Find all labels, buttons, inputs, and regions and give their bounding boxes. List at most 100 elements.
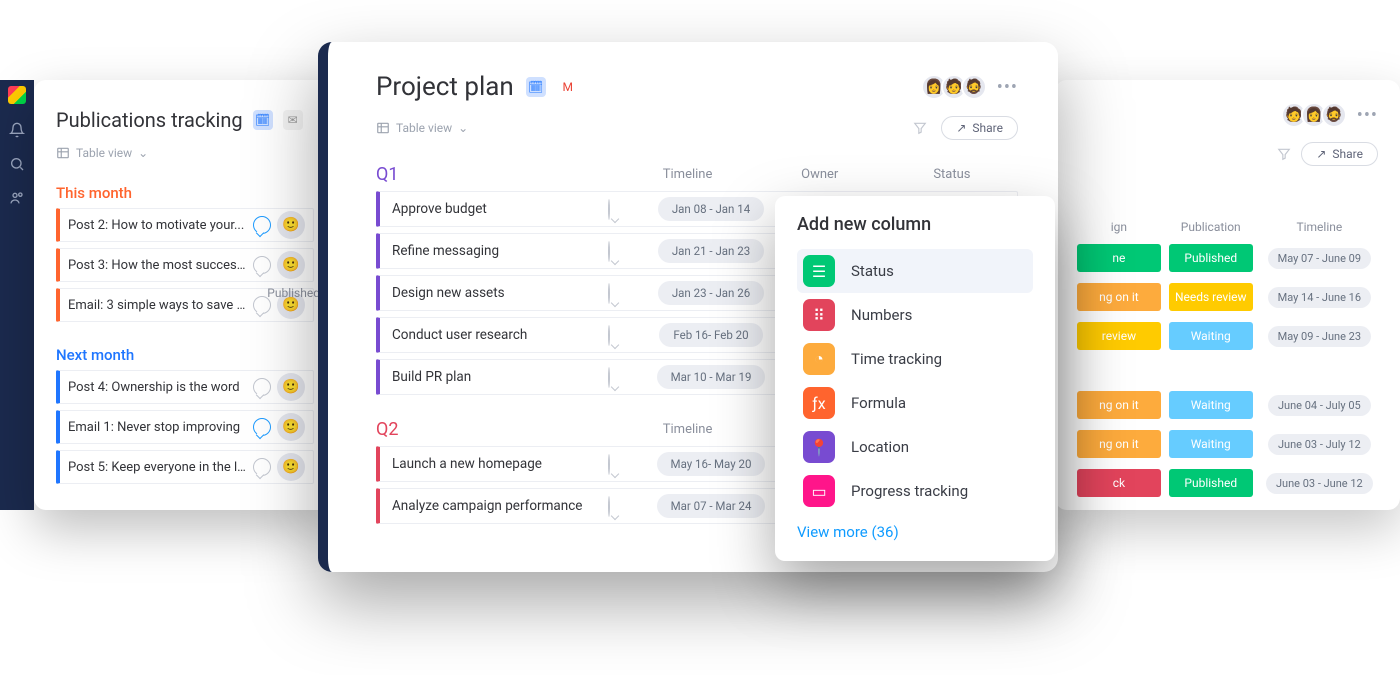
chat-icon[interactable] bbox=[253, 216, 271, 234]
table-row[interactable]: Post 5: Keep everyone in the loop 🙂 bbox=[56, 450, 314, 484]
more-menu-icon[interactable]: ••• bbox=[997, 77, 1018, 98]
share-button[interactable]: ↗ Share bbox=[941, 116, 1018, 140]
popover-title: Add new column bbox=[797, 214, 1033, 235]
timeline-cell[interactable]: Mar 07 - Mar 24 bbox=[636, 494, 786, 518]
item-name: Post 2: How to motivate your... bbox=[68, 218, 247, 233]
table-row[interactable]: Post 3: How the most successful... 🙂 bbox=[56, 248, 314, 282]
chat-icon[interactable] bbox=[608, 367, 610, 388]
board-members[interactable]: 🧑 👩 🧔 bbox=[1287, 102, 1347, 128]
left-nav-rail bbox=[0, 80, 34, 510]
gmail-icon[interactable]: M bbox=[558, 77, 578, 97]
item-name: Email 1: Never stop improving bbox=[68, 420, 247, 435]
column-option-formula[interactable]: ƒx Formula bbox=[797, 381, 1033, 425]
status-cell[interactable]: ng on it bbox=[1077, 430, 1161, 458]
timeline-cell[interactable]: May 16- May 20 bbox=[636, 452, 786, 476]
status-cell[interactable]: Published bbox=[1169, 244, 1253, 272]
status-cell[interactable]: Waiting bbox=[1169, 430, 1253, 458]
search-icon[interactable] bbox=[9, 156, 25, 172]
timeline-cell[interactable]: Jan 08 - Jan 14 bbox=[636, 197, 786, 221]
item-name: Design new assets bbox=[380, 285, 608, 301]
chat-icon[interactable] bbox=[253, 458, 271, 476]
timeline-cell[interactable]: Mar 10 - Mar 19 bbox=[636, 365, 786, 389]
status-cell[interactable]: ck bbox=[1077, 469, 1161, 497]
avatar[interactable]: 🧔 bbox=[961, 74, 987, 100]
table-row[interactable]: ne Published May 07 - June 09 bbox=[1077, 243, 1378, 273]
column-header: Published bbox=[267, 286, 320, 300]
people-icon[interactable] bbox=[9, 190, 25, 206]
bell-icon[interactable] bbox=[9, 122, 25, 138]
status-cell[interactable]: Waiting bbox=[1169, 322, 1253, 350]
filter-icon[interactable] bbox=[913, 121, 927, 135]
status-cell[interactable]: ng on it bbox=[1077, 391, 1161, 419]
chat-icon[interactable] bbox=[608, 199, 610, 220]
avatar[interactable]: 🙂 bbox=[277, 453, 305, 481]
chat-icon[interactable] bbox=[608, 325, 610, 346]
chat-icon[interactable] bbox=[253, 256, 271, 274]
column-option-prog[interactable]: ▭ Progress tracking bbox=[797, 469, 1033, 513]
chat-icon[interactable] bbox=[608, 241, 610, 262]
group-title[interactable]: Q1 bbox=[376, 164, 621, 185]
column-option-time[interactable]: ◔ Time tracking bbox=[797, 337, 1033, 381]
integration-icon[interactable]: 🗓 bbox=[526, 77, 546, 97]
timeline-cell[interactable]: June 03 - July 12 bbox=[1261, 433, 1378, 455]
table-row[interactable]: ng on it Needs review May 14 - June 16 bbox=[1077, 282, 1378, 312]
status-cell[interactable]: ne bbox=[1077, 244, 1161, 272]
status-cell[interactable]: review bbox=[1077, 322, 1161, 350]
option-label: Numbers bbox=[851, 306, 912, 324]
chat-icon[interactable] bbox=[253, 296, 271, 314]
column-header: Owner bbox=[754, 167, 886, 182]
app-logo[interactable] bbox=[8, 86, 26, 104]
column-header: Timeline bbox=[621, 422, 753, 437]
board-members[interactable]: 👩 🧑 🧔 bbox=[927, 74, 987, 100]
time-icon: ◔ bbox=[803, 343, 835, 375]
timeline-cell[interactable]: May 07 - June 09 bbox=[1261, 247, 1378, 269]
timeline-cell[interactable]: June 03 - June 12 bbox=[1261, 472, 1378, 494]
chat-icon[interactable] bbox=[253, 378, 271, 396]
avatar[interactable]: 🙂 bbox=[277, 251, 305, 279]
timeline-cell[interactable]: May 09 - June 23 bbox=[1261, 325, 1378, 347]
table-row[interactable]: Post 4: Ownership is the word 🙂 bbox=[56, 370, 314, 404]
timeline-cell[interactable]: June 04 - July 05 bbox=[1261, 394, 1378, 416]
chat-icon[interactable] bbox=[253, 418, 271, 436]
avatar[interactable]: 🙂 bbox=[277, 413, 305, 441]
group-title[interactable]: Next month bbox=[56, 346, 314, 364]
avatar[interactable]: 🧔 bbox=[1321, 102, 1347, 128]
view-selector[interactable]: Table view ⌄ bbox=[56, 146, 314, 160]
view-more-link[interactable]: View more (36) bbox=[797, 523, 1033, 541]
chat-icon[interactable] bbox=[608, 283, 610, 304]
timeline-cell[interactable]: Jan 23 - Jan 26 bbox=[636, 281, 786, 305]
filter-icon[interactable] bbox=[1277, 147, 1291, 161]
table-row[interactable]: Email 1: Never stop improving 🙂 bbox=[56, 410, 314, 444]
status-cell[interactable]: Needs review bbox=[1169, 283, 1253, 311]
option-label: Time tracking bbox=[851, 350, 942, 368]
column-option-loc[interactable]: 📍 Location bbox=[797, 425, 1033, 469]
table-row[interactable]: ck Published June 03 - June 12 bbox=[1077, 468, 1378, 498]
right-group-2: ng on it Waiting June 04 - July 05ng on … bbox=[1077, 390, 1378, 498]
chat-icon[interactable] bbox=[608, 496, 610, 517]
timeline-cell[interactable]: Feb 16- Feb 20 bbox=[636, 323, 786, 347]
item-name: Email: 3 simple ways to save time bbox=[68, 298, 247, 313]
status-cell[interactable]: Published bbox=[1169, 469, 1253, 497]
more-menu-icon[interactable]: ••• bbox=[1357, 105, 1378, 126]
right-board-card: 🧑 👩 🧔 ••• ↗ Share ign Publication Timeli… bbox=[1055, 80, 1400, 510]
share-button[interactable]: ↗ Share bbox=[1301, 142, 1378, 166]
timeline-cell[interactable]: May 14 - June 16 bbox=[1261, 286, 1378, 308]
chat-icon[interactable] bbox=[608, 454, 610, 475]
status-cell[interactable]: Waiting bbox=[1169, 391, 1253, 419]
table-row[interactable]: ng on it Waiting June 03 - July 12 bbox=[1077, 429, 1378, 459]
avatar[interactable]: 🙂 bbox=[277, 373, 305, 401]
timeline-cell[interactable]: Jan 21 - Jan 23 bbox=[636, 239, 786, 263]
column-option-status[interactable]: ☰ Status bbox=[797, 249, 1033, 293]
status-cell[interactable]: ng on it bbox=[1077, 283, 1161, 311]
add-column-popover: Add new column ☰ Status⠿ Numbers◔ Time t… bbox=[775, 196, 1055, 561]
integration-icon[interactable]: ✉ bbox=[283, 110, 303, 130]
group-title[interactable]: This month bbox=[56, 184, 314, 202]
column-option-num[interactable]: ⠿ Numbers bbox=[797, 293, 1033, 337]
table-row[interactable]: review Waiting May 09 - June 23 bbox=[1077, 321, 1378, 351]
avatar[interactable]: 🙂 bbox=[277, 211, 305, 239]
view-selector[interactable]: Table view ⌄ bbox=[376, 121, 468, 135]
table-row[interactable]: Post 2: How to motivate your... 🙂 bbox=[56, 208, 314, 242]
table-row[interactable]: ng on it Waiting June 04 - July 05 bbox=[1077, 390, 1378, 420]
integration-icon[interactable]: 🗓 bbox=[253, 110, 273, 130]
group-title[interactable]: Q2 bbox=[376, 419, 621, 440]
